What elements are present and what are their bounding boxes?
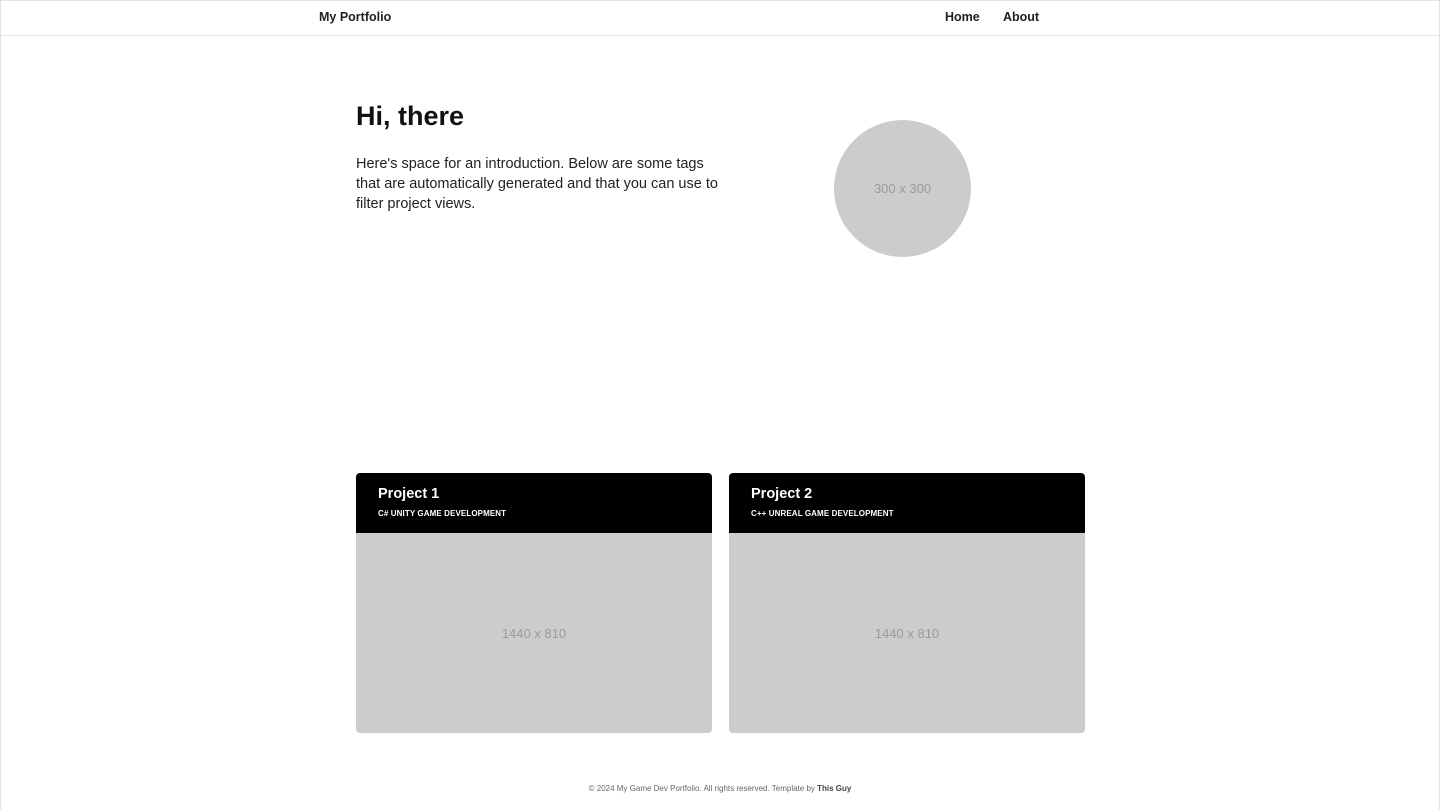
project-card-1[interactable]: Project 1 C# UNITY GAME DEVELOPMENT 1440…: [356, 473, 712, 733]
portfolio-page: My Portfolio Home About Hi, there Here's…: [0, 0, 1440, 810]
top-navbar: My Portfolio Home About: [1, 1, 1439, 36]
nav-about-link[interactable]: About: [1003, 10, 1039, 24]
project-tags: C++ UNREAL GAME DEVELOPMENT: [751, 509, 894, 518]
nav-home-link[interactable]: Home: [945, 10, 980, 24]
project-card-header: Project 1 C# UNITY GAME DEVELOPMENT: [356, 473, 712, 533]
project-image-label: 1440 x 810: [874, 625, 940, 641]
project-image-placeholder: 1440 x 810: [356, 533, 712, 733]
avatar-placeholder-label: 300 x 300: [873, 181, 932, 196]
project-card-header: Project 2 C++ UNREAL GAME DEVELOPMENT: [729, 473, 1085, 533]
project-tags: C# UNITY GAME DEVELOPMENT: [378, 509, 507, 518]
project-title: Project 2: [751, 486, 813, 502]
project-image-label: 1440 x 810: [501, 625, 567, 641]
hero-title: Hi, there: [356, 101, 465, 131]
brand-link[interactable]: My Portfolio: [319, 10, 391, 24]
footer-copyright-text: © 2024 My Game Dev Portfolio. All rights…: [588, 784, 818, 793]
project-title: Project 1: [378, 486, 440, 502]
page-footer: © 2024 My Game Dev Portfolio. All rights…: [1, 784, 1439, 793]
hero-intro-text: Here's space for an introduction. Below …: [356, 156, 718, 212]
project-image-placeholder: 1440 x 810: [729, 533, 1085, 733]
avatar-placeholder: 300 x 300: [834, 120, 971, 257]
footer-author-link[interactable]: This Guy: [817, 784, 851, 793]
project-card-2[interactable]: Project 2 C++ UNREAL GAME DEVELOPMENT 14…: [729, 473, 1085, 733]
